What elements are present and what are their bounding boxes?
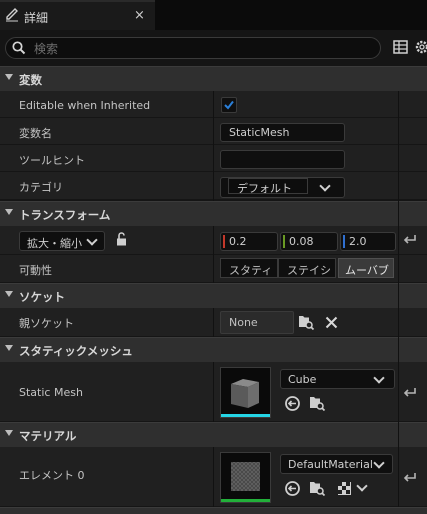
category-dropdown[interactable]: デフォルト xyxy=(220,177,345,198)
category-textbox[interactable]: デフォルト xyxy=(228,178,308,195)
material-asset-dropdown[interactable]: DefaultMaterial xyxy=(280,454,393,474)
collapse-arrow-icon[interactable] xyxy=(5,209,13,215)
clear-icon[interactable] xyxy=(325,316,338,332)
reset-column-divider xyxy=(398,91,399,507)
mobility-label: 可動性 xyxy=(19,264,52,277)
pencil-icon xyxy=(5,7,20,25)
scale-mode-dropdown[interactable]: 拡大・縮小 xyxy=(19,231,105,251)
browse-icon[interactable] xyxy=(298,314,315,333)
tooltip-label: ツールヒント xyxy=(19,154,85,167)
mobility-stationary-option[interactable]: ステイシ xyxy=(278,258,336,278)
column-splitter[interactable] xyxy=(213,362,214,422)
tab-details[interactable]: 詳細 × xyxy=(0,0,155,30)
x-axis-marker xyxy=(223,235,225,248)
asset-type-bar xyxy=(221,414,270,417)
scale-mode-label: 拡大・縮小 xyxy=(27,237,82,250)
category-label: カテゴリ xyxy=(19,181,63,194)
section-transform[interactable]: トランスフォーム xyxy=(0,201,427,226)
section-title: 変数 xyxy=(19,73,42,87)
mesh-thumbnail[interactable] xyxy=(220,367,271,418)
variable-name-field[interactable]: StaticMesh xyxy=(220,123,345,142)
chevron-down-icon xyxy=(319,180,331,192)
variable-name-value: StaticMesh xyxy=(229,126,290,139)
tab-title: 詳細 xyxy=(24,11,49,25)
parent-socket-value: None xyxy=(229,316,258,329)
parent-socket-label: 親ソケット xyxy=(19,317,74,330)
scale-z-field[interactable]: 2.0 xyxy=(340,232,396,251)
use-selected-icon[interactable] xyxy=(285,396,300,414)
collapse-arrow-icon[interactable] xyxy=(5,291,13,297)
section-variables[interactable]: 変数 xyxy=(0,66,427,91)
scale-y-value: 0.08 xyxy=(289,235,314,248)
chevron-down-icon xyxy=(373,457,385,469)
section-title: スタティックメッシュ xyxy=(19,344,133,358)
table-view-icon[interactable] xyxy=(393,40,408,57)
category-value: デフォルト xyxy=(237,182,292,195)
mesh-asset-value: Cube xyxy=(288,373,317,386)
material-preview-icon xyxy=(231,462,260,491)
scale-z-value: 2.0 xyxy=(349,235,367,248)
reset-to-default-icon[interactable] xyxy=(403,234,416,249)
static-mesh-label: Static Mesh xyxy=(19,386,83,399)
material-asset-value: DefaultMaterial xyxy=(288,458,373,471)
y-axis-marker xyxy=(283,235,285,248)
chevron-down-icon xyxy=(86,234,98,246)
search-input[interactable] xyxy=(32,40,366,58)
collapse-arrow-icon[interactable] xyxy=(5,430,13,436)
collapse-arrow-icon[interactable] xyxy=(5,345,13,351)
mobility-option-label: ステイシ xyxy=(287,264,331,277)
reset-to-default-icon[interactable] xyxy=(403,387,416,402)
mobility-movable-option[interactable]: ムーバブ xyxy=(338,258,394,278)
section-title: ソケット xyxy=(19,290,65,304)
collapse-arrow-icon[interactable] xyxy=(5,74,13,80)
cube-thumbnail-icon xyxy=(231,379,259,408)
gear-icon[interactable] xyxy=(414,39,427,58)
scale-x-value: 0.2 xyxy=(229,235,247,248)
material-element-label: エレメント 0 xyxy=(19,469,85,482)
mesh-asset-dropdown[interactable]: Cube xyxy=(280,369,395,389)
close-icon[interactable]: × xyxy=(134,8,145,23)
checkmark-icon xyxy=(224,100,234,110)
checker-texture-icon[interactable] xyxy=(338,482,351,498)
section-title: マテリアル xyxy=(19,429,77,443)
mobility-option-label: ムーバブ xyxy=(345,264,389,277)
scale-x-field[interactable]: 0.2 xyxy=(220,232,278,251)
browse-icon[interactable] xyxy=(309,480,326,499)
column-splitter[interactable] xyxy=(213,447,214,507)
z-axis-marker xyxy=(343,235,345,248)
browse-icon[interactable] xyxy=(309,395,326,414)
mobility-option-label: スタティ xyxy=(229,264,273,277)
section-next xyxy=(0,507,427,514)
parent-socket-field[interactable]: None xyxy=(220,311,294,334)
reset-to-default-icon[interactable] xyxy=(403,472,416,487)
section-title: トランスフォーム xyxy=(19,208,111,222)
tooltip-field[interactable] xyxy=(220,150,345,169)
editable-label: Editable when Inherited xyxy=(19,99,151,112)
unlock-icon[interactable] xyxy=(115,232,129,249)
search-box[interactable] xyxy=(5,37,381,59)
material-thumbnail[interactable] xyxy=(220,452,271,503)
variable-name-label: 変数名 xyxy=(19,127,52,140)
section-static-mesh[interactable]: スタティックメッシュ xyxy=(0,337,427,362)
use-selected-icon[interactable] xyxy=(285,481,300,499)
chevron-down-icon xyxy=(373,372,385,384)
section-materials[interactable]: マテリアル xyxy=(0,422,427,447)
scale-y-field[interactable]: 0.08 xyxy=(280,232,338,251)
mobility-static-option[interactable]: スタティ xyxy=(220,258,278,278)
column-splitter[interactable] xyxy=(213,226,214,283)
column-splitter[interactable] xyxy=(213,308,214,337)
column-splitter[interactable] xyxy=(213,91,214,201)
asset-type-bar xyxy=(221,499,270,502)
editable-checkbox[interactable] xyxy=(221,97,237,113)
search-icon xyxy=(12,41,26,58)
section-sockets[interactable]: ソケット xyxy=(0,283,427,308)
